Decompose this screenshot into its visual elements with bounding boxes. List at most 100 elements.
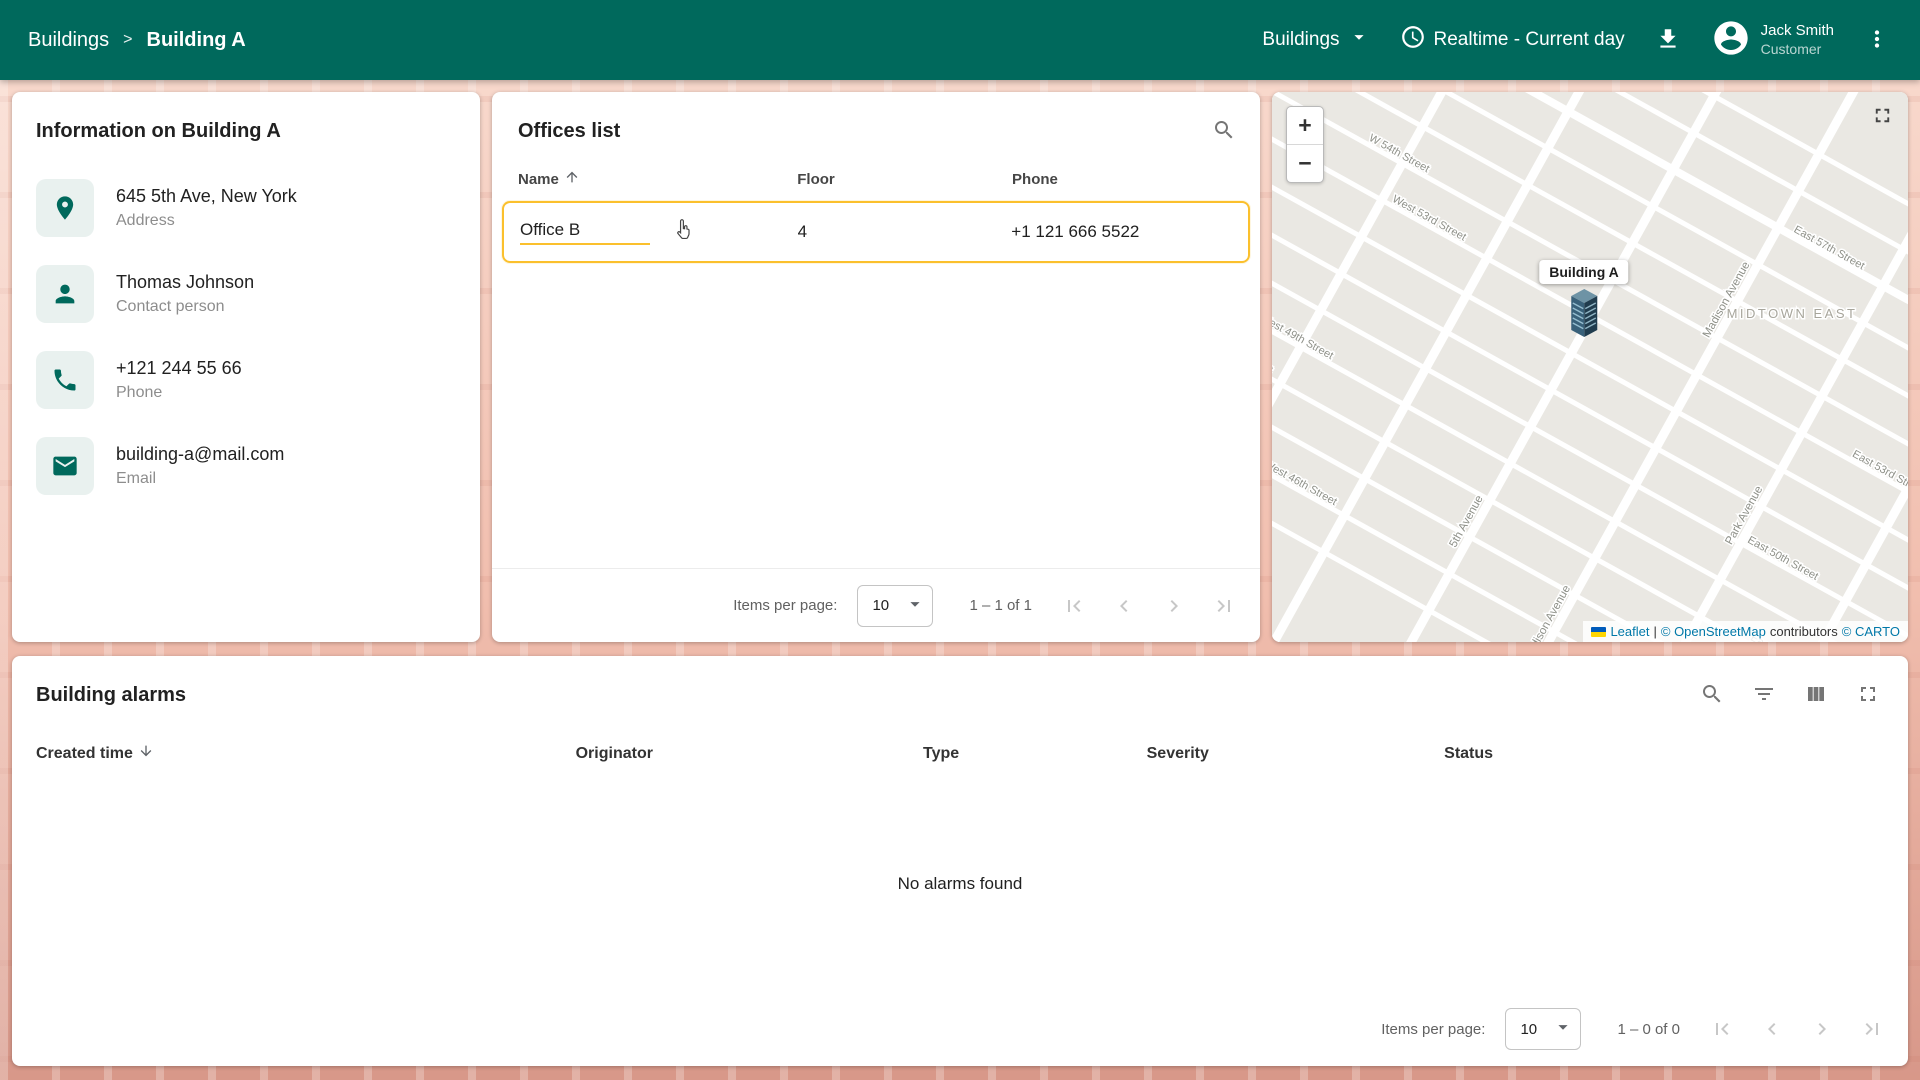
info-row-contact-person: Thomas Johnson Contact person xyxy=(36,265,456,323)
alarms-pagination: Items per page: 10 1 – 0 of 0 xyxy=(12,992,1908,1066)
buildings-entity-dropdown[interactable]: Buildings xyxy=(1262,26,1369,54)
breadcrumb: Buildings > Building A xyxy=(28,29,246,52)
breadcrumb-buildings-link[interactable]: Buildings xyxy=(28,29,109,52)
alarms-column-originator[interactable]: Originator xyxy=(576,743,923,764)
map-attribution: Leaflet | © OpenStreetMap contributors ©… xyxy=(1583,621,1908,642)
email-value: building-a@mail.com xyxy=(116,444,285,464)
items-per-page-label: Items per page: xyxy=(1381,1020,1486,1038)
breadcrumb-separator: > xyxy=(123,31,133,48)
download-icon xyxy=(1655,26,1681,55)
more-vert-icon xyxy=(1864,26,1890,55)
phone-icon xyxy=(36,351,94,409)
no-alarms-message: No alarms found xyxy=(897,874,1023,893)
info-row-email: building-a@mail.com Email xyxy=(36,437,456,495)
offices-column-phone[interactable]: Phone xyxy=(1012,171,1234,188)
sort-ascending-icon xyxy=(564,169,580,189)
offices-column-name[interactable]: Name xyxy=(518,169,797,189)
last-page-button[interactable] xyxy=(1212,594,1236,618)
offices-card-title: Offices list xyxy=(518,120,621,142)
user-menu[interactable]: Jack Smith Customer xyxy=(1711,18,1834,63)
alarms-columns-button[interactable] xyxy=(1804,682,1828,709)
leaflet-link[interactable]: Leaflet xyxy=(1610,624,1649,639)
alarms-card-title: Building alarms xyxy=(36,684,187,706)
previous-page-button[interactable] xyxy=(1760,1017,1784,1041)
page-title: Building A xyxy=(146,28,246,51)
info-row-phone: +121 244 55 66 Phone xyxy=(36,351,456,409)
search-icon xyxy=(1212,118,1236,145)
office-floor-cell: 4 xyxy=(797,222,808,241)
person-icon xyxy=(36,265,94,323)
items-per-page-select[interactable]: 10 xyxy=(857,584,934,627)
sort-descending-icon xyxy=(138,743,154,764)
timewindow-label: Realtime - Current day xyxy=(1433,29,1625,50)
next-page-button[interactable] xyxy=(1810,1017,1834,1041)
info-rows: 645 5th Ave, New York Address Thomas Joh… xyxy=(36,179,456,495)
user-role: Customer xyxy=(1760,40,1822,57)
timewindow-button[interactable]: Realtime - Current day xyxy=(1400,24,1625,56)
items-per-page-select[interactable]: 10 xyxy=(1505,1008,1582,1050)
download-button[interactable] xyxy=(1655,26,1681,55)
columns-icon xyxy=(1804,682,1828,709)
zoom-out-button[interactable]: − xyxy=(1287,145,1323,182)
search-icon xyxy=(1700,682,1724,709)
info-row-address: 645 5th Ave, New York Address xyxy=(36,179,456,237)
map-canvas[interactable]: East 57th Street W 54th Street West 53rd… xyxy=(1272,92,1908,642)
buildings-entity-dropdown-label: Buildings xyxy=(1262,29,1340,50)
offices-search-button[interactable] xyxy=(1212,118,1236,145)
map-fullscreen-button[interactable] xyxy=(1871,104,1894,130)
alarms-toolbar xyxy=(1700,682,1880,709)
ukraine-flag-icon xyxy=(1591,626,1607,637)
building-map-card: East 57th Street W 54th Street West 53rd… xyxy=(1272,92,1908,642)
chevron-down-icon xyxy=(904,593,926,619)
fullscreen-icon xyxy=(1856,682,1880,709)
building-info-card: Information on Building A 645 5th Ave, N… xyxy=(12,92,480,642)
first-page-button[interactable] xyxy=(1710,1017,1734,1041)
more-menu-button[interactable] xyxy=(1864,26,1890,55)
email-label: Email xyxy=(116,470,157,487)
building-alarms-card: Building alarms Created time Originator … xyxy=(12,656,1908,1066)
contact-person-value: Thomas Johnson xyxy=(116,272,255,292)
chevron-down-icon xyxy=(1348,26,1370,54)
carto-link[interactable]: © CARTO xyxy=(1842,624,1900,639)
avatar xyxy=(1711,18,1751,63)
alarms-column-status[interactable]: Status xyxy=(1444,743,1884,764)
zoom-in-button[interactable]: + xyxy=(1287,107,1323,144)
user-meta: Jack Smith Customer xyxy=(1761,22,1834,58)
first-page-button[interactable] xyxy=(1062,594,1086,618)
next-page-button[interactable] xyxy=(1162,594,1186,618)
last-page-button[interactable] xyxy=(1860,1017,1884,1041)
address-value: 645 5th Ave, New York xyxy=(116,186,297,206)
fullscreen-icon xyxy=(1871,104,1894,130)
user-name: Jack Smith xyxy=(1760,21,1834,39)
openstreetmap-link[interactable]: © OpenStreetMap xyxy=(1661,624,1766,639)
header-actions: Buildings Realtime - Current day Jack Sm… xyxy=(1262,18,1890,63)
alarms-column-severity[interactable]: Severity xyxy=(1147,743,1445,764)
email-icon xyxy=(36,437,94,495)
building-icon xyxy=(1563,287,1605,344)
table-row[interactable]: Office B 4 +1 121 666 5522 xyxy=(502,201,1250,263)
location-pin-icon xyxy=(36,179,94,237)
mouse-cursor-icon xyxy=(672,217,698,248)
page-range-label: 1 – 1 of 1 xyxy=(969,597,1032,614)
office-name-cell: Office B xyxy=(520,220,650,245)
items-per-page-label: Items per page: xyxy=(733,597,838,614)
marker-label: Building A xyxy=(1539,260,1629,284)
offices-column-floor[interactable]: Floor xyxy=(797,171,1012,188)
alarms-column-created-time[interactable]: Created time xyxy=(36,743,576,764)
phone-value: +121 244 55 66 xyxy=(116,358,242,378)
alarms-search-button[interactable] xyxy=(1700,682,1724,709)
phone-label: Phone xyxy=(116,384,163,401)
offices-list-card: Offices list Name Floor Phone Office B 4… xyxy=(492,92,1260,642)
alarms-fullscreen-button[interactable] xyxy=(1856,682,1880,709)
address-label: Address xyxy=(116,212,175,229)
alarms-column-type[interactable]: Type xyxy=(923,743,1147,764)
offices-table-header: Name Floor Phone xyxy=(492,155,1260,199)
building-a-marker[interactable]: Building A xyxy=(1539,260,1629,344)
alarms-filter-button[interactable] xyxy=(1752,682,1776,709)
map-zoom-control: + − xyxy=(1286,106,1324,183)
previous-page-button[interactable] xyxy=(1112,594,1136,618)
office-phone-cell: +1 121 666 5522 xyxy=(1011,222,1140,241)
chevron-down-icon xyxy=(1552,1016,1574,1042)
filter-icon xyxy=(1752,682,1776,709)
district-label: MIDTOWN EAST xyxy=(1727,306,1858,321)
